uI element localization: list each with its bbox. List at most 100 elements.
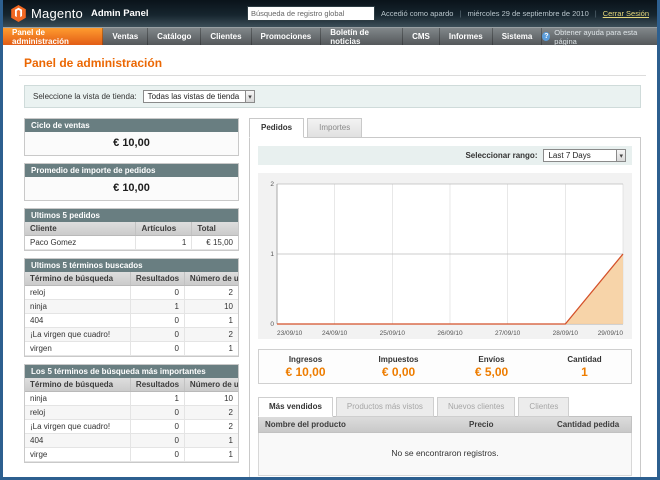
cell-term: ¡La virgen que cuadro! [25,328,130,342]
cell-term: 404 [25,434,130,448]
column-header-termino: Término de búsqueda [25,378,130,392]
nav-item-customers[interactable]: Clientes [201,28,251,45]
last-orders-card: Ultimos 5 pedidos Cliente Artículos Tota… [24,208,239,251]
nav-item-dashboard[interactable]: Panel de administración [3,28,103,45]
average-orders-card: Promedio de importe de pedidos € 10,00 [24,163,239,201]
table-row[interactable]: ¡La virgen que cuadro! 0 2 [25,328,238,342]
nav-item-reports[interactable]: Informes [440,28,493,45]
svg-text:26/09/10: 26/09/10 [437,330,463,337]
chart-tabs: Pedidos Importes [249,118,641,137]
top-search-terms-table: Término de búsqueda Resultados Número de… [25,378,238,462]
nav-item-cms[interactable]: CMS [403,28,440,45]
svg-text:25/09/10: 25/09/10 [380,330,406,337]
cell-results: 0 [130,434,184,448]
cell-results: 1 [130,392,184,406]
magento-logo-icon [11,5,26,22]
table-row[interactable]: reloj 0 2 [25,406,238,420]
cell-term: virgen [25,342,130,356]
help-label: Obtener ayuda para esta página [554,28,649,46]
lifetime-sales-value: € 10,00 [25,132,238,155]
table-row[interactable]: virgen 0 1 [25,342,238,356]
svg-text:23/09/10: 23/09/10 [277,330,303,337]
global-search-input[interactable] [247,6,375,21]
title-divider [19,75,646,76]
cell-results: 0 [130,286,184,300]
totals-row: Ingresos € 10,00 Impuestos € 0,00 Envíos… [258,349,632,384]
nav-item-promotions[interactable]: Promociones [252,28,322,45]
header-bar: Magento Admin Panel Accedió como apardo … [3,0,657,27]
top-search-terms-title: Los 5 términos de búsqueda más important… [25,365,238,378]
help-link[interactable]: ? Obtener ayuda para esta página [542,28,657,45]
total-label: Cantidad [538,355,631,364]
table-row[interactable]: virge 0 1 [25,448,238,462]
last-search-terms-title: Ultimos 5 términos buscados [25,259,238,272]
store-view-select[interactable]: Todas las vistas de tienda ▾ [143,90,255,103]
table-row[interactable]: reloj 0 2 [25,286,238,300]
orders-area-chart: 23/09/10 24/09/10 25/09/10 26/09/10 27/09/10… [259,176,631,338]
cell-term: ninja [25,392,130,406]
logout-link[interactable]: Cerrar Sesión [603,9,649,18]
tab-nuevos-clientes[interactable]: Nuevos clientes [437,397,515,417]
table-row[interactable]: Paco Gomez 1 € 15,00 [25,236,238,250]
total-value: € 0,00 [352,365,445,379]
cell-uses: 10 [184,392,238,406]
column-header-total: Total [192,222,238,236]
top-search-terms-card: Los 5 términos de búsqueda más important… [24,364,239,463]
tab-pedidos[interactable]: Pedidos [249,118,304,138]
store-view-select-value: Todas las vistas de tienda [144,91,246,102]
nav-item-catalog[interactable]: Catálogo [148,28,201,45]
magento-logo: Magento Admin Panel [11,5,149,22]
separator: | [595,9,597,18]
cell-cliente: Paco Gomez [25,236,136,250]
cell-uses: 2 [184,328,238,342]
column-header-resultados: Resultados [130,272,184,286]
table-row[interactable]: ¡La virgen que cuadro! 0 2 [25,420,238,434]
svg-text:24/09/10: 24/09/10 [322,330,348,337]
table-row[interactable]: ninja 1 10 [25,300,238,314]
nav-item-system[interactable]: Sistema [493,28,543,45]
total-value: 1 [538,365,631,379]
cell-results: 0 [130,420,184,434]
cell-results: 0 [130,448,184,462]
chevron-down-icon: ▾ [245,91,254,102]
cell-term: reloj [25,286,130,300]
svg-text:1: 1 [270,251,274,258]
cell-results: 1 [130,300,184,314]
nav-item-sales[interactable]: Ventas [103,28,148,45]
total-label: Impuestos [352,355,445,364]
svg-text:29/09/10: 29/09/10 [598,330,624,337]
brand-suffix: Admin Panel [91,8,149,19]
column-header-resultados: Resultados [130,378,184,392]
cell-uses: 1 [184,448,238,462]
dashboard-main-panel: Pedidos Importes Seleccionar rango: Last… [249,118,641,480]
header-right: Accedió como apardo | miércoles 29 de se… [247,6,649,21]
table-row[interactable]: ninja 1 10 [25,392,238,406]
column-header-product-name: Nombre del producto [259,417,463,432]
cell-results: 0 [130,328,184,342]
lifetime-sales-card: Ciclo de ventas € 10,00 [24,118,239,156]
total-label: Ingresos [259,355,352,364]
range-bar: Seleccionar rango: Last 7 Days ▾ [258,146,632,165]
svg-text:28/09/10: 28/09/10 [553,330,579,337]
main-nav: Panel de administración Ventas Catálogo … [3,27,657,45]
svg-text:2: 2 [270,181,274,188]
tab-clientes[interactable]: Clientes [518,397,569,417]
tab-mas-vendidos[interactable]: Más vendidos [258,397,333,417]
svg-text:27/09/10: 27/09/10 [495,330,521,337]
cell-results: 0 [130,406,184,420]
range-select[interactable]: Last 7 Days ▾ [543,149,626,162]
column-header-termino: Término de búsqueda [25,272,130,286]
products-grid-empty-message: No se encontraron registros. [258,433,632,476]
table-row[interactable]: 404 0 1 [25,314,238,328]
lifetime-sales-title: Ciclo de ventas [25,119,238,132]
average-orders-title: Promedio de importe de pedidos [25,164,238,177]
tab-productos-mas-vistos[interactable]: Productos más vistos [336,397,434,417]
last-orders-title: Ultimos 5 pedidos [25,209,238,222]
tab-importes[interactable]: Importes [307,118,362,138]
nav-item-newsletter[interactable]: Boletín de noticias [321,28,403,45]
column-header-cliente: Cliente [25,222,136,236]
total-ingresos: Ingresos € 10,00 [259,355,352,379]
cell-term: ¡La virgen que cuadro! [25,420,130,434]
cell-uses: 2 [184,420,238,434]
table-row[interactable]: 404 0 1 [25,434,238,448]
